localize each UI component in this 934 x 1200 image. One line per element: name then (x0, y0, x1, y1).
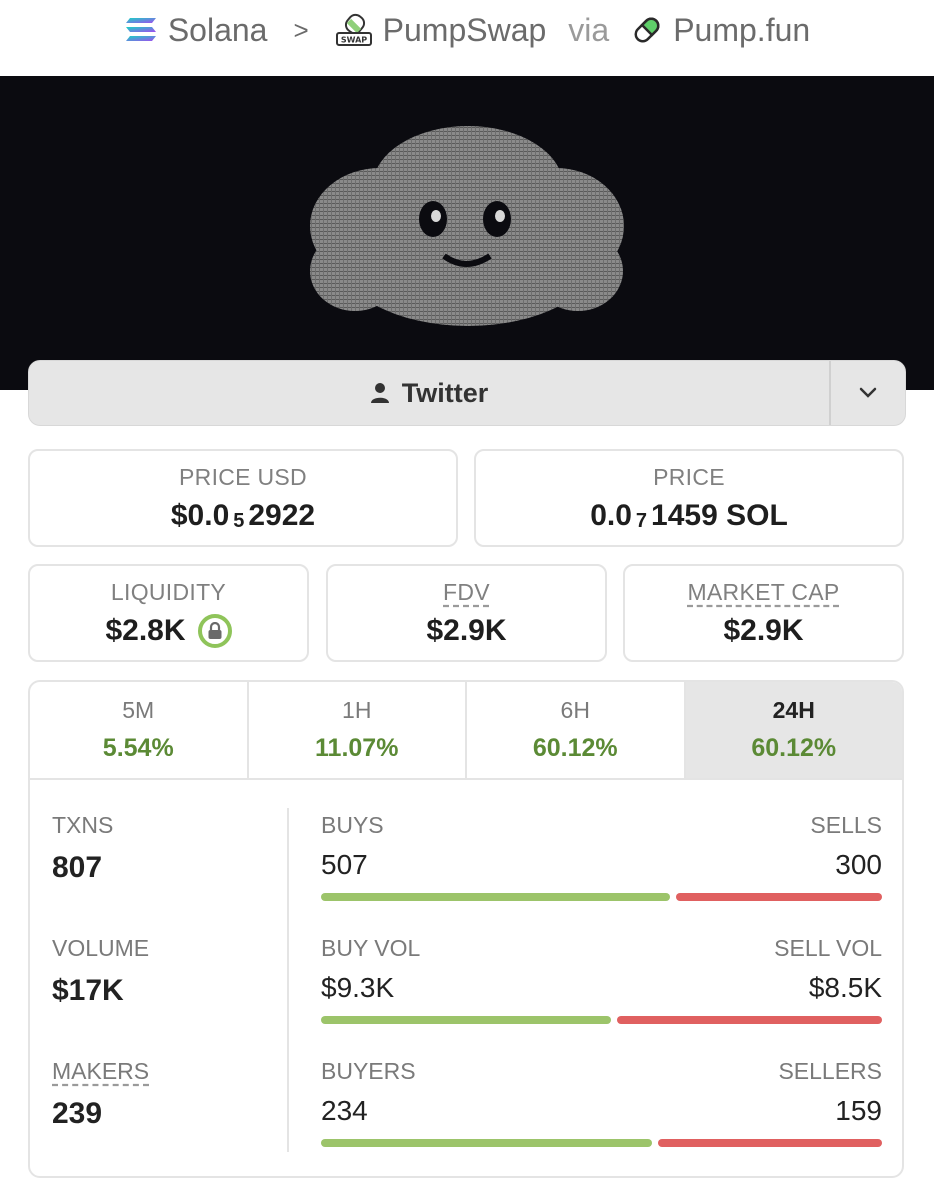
buys-bar (321, 893, 670, 901)
liquidity-label: LIQUIDITY (110, 578, 227, 605)
breadcrumb-via: via (568, 11, 610, 48)
sells-value: 300 (835, 849, 882, 880)
txns-label: TXNS (52, 812, 114, 838)
buyers-value: 234 (321, 1095, 368, 1126)
tab-change: 60.12% (532, 734, 618, 762)
lock-glyph (208, 621, 222, 639)
txns-stat: TXNS 807 (52, 812, 113, 885)
twitter-label: Twitter (401, 377, 489, 408)
liquidity-value-row: $2.8K (105, 613, 232, 648)
price-usd-prefix: $0.0 (170, 498, 230, 532)
tab-label: 24H (772, 697, 815, 723)
price-native-card: PRICE 0.0 7 1459 SOL (474, 449, 904, 547)
price-usd-value: $0.0 5 2922 (171, 499, 315, 533)
liquidity-card: LIQUIDITY $2.8K (28, 564, 309, 662)
breadcrumb-chain[interactable]: Solana (124, 11, 268, 49)
market-cap-value: $2.9K (723, 613, 804, 647)
social-dropdown-button[interactable] (829, 361, 905, 425)
buyers-ratio-bar (321, 1139, 882, 1147)
tab-5m[interactable]: 5M 5.54% (30, 682, 249, 778)
lock-icon[interactable] (197, 613, 232, 648)
buyers-sellers-stat: BUYERS SELLERS 234 159 (321, 1058, 882, 1147)
chevron-down-icon (859, 387, 877, 398)
tab-change: 5.54% (102, 734, 174, 762)
tab-1h[interactable]: 1H 11.07% (249, 682, 467, 778)
social-links-bar: Twitter (28, 360, 906, 426)
breadcrumb-launchpad[interactable]: Pump.fun (631, 12, 810, 49)
tab-24h[interactable]: 24H 60.12% (685, 682, 902, 778)
makers-label[interactable]: MAKERS (52, 1058, 149, 1085)
breadcrumb: Solana > SWAP PumpSwap via Pump.fun (0, 0, 934, 60)
buyers-label: BUYERS (321, 1058, 416, 1084)
price-usd-card: PRICE USD $0.0 5 2922 (28, 449, 458, 547)
volume-ratio-bar (321, 1016, 882, 1024)
tab-6h[interactable]: 6H 60.12% (467, 682, 686, 778)
launchpad-name: Pump.fun (673, 11, 811, 48)
timeframe-tabs: 5M 5.54% 1H 11.07% 6H 60.12% 24H 60.12% (30, 682, 902, 780)
twitter-button[interactable]: Twitter (29, 361, 829, 425)
svg-text:SWAP: SWAP (341, 36, 367, 45)
sellers-value: 159 (835, 1095, 882, 1126)
price-native-zero-count: 7 (635, 510, 648, 532)
buys-sells-ratio-bar (321, 893, 882, 901)
breadcrumb-dex[interactable]: SWAP PumpSwap (335, 11, 547, 49)
fdv-card: FDV $2.9K (326, 564, 607, 662)
sells-label: SELLS (810, 812, 882, 838)
buy-vol-label: BUY VOL (321, 935, 421, 961)
tab-change: 11.07% (315, 734, 399, 762)
volume-label: VOLUME (52, 935, 150, 961)
chain-name: Solana (167, 11, 268, 48)
buys-sells-stat: BUYS SELLS 507 300 (321, 812, 882, 901)
pumpswap-icon: SWAP (335, 13, 372, 46)
sell-vol-value: $8.5K (808, 972, 882, 1003)
price-native-label: PRICE (653, 463, 725, 490)
breadcrumb-separator: > (293, 14, 309, 45)
timeframe-stats-panel: 5M 5.54% 1H 11.07% 6H 60.12% 24H 60.12% … (28, 680, 904, 1178)
cloud-mascot-image (310, 126, 624, 326)
price-usd-label: PRICE USD (179, 463, 307, 490)
solana-icon (125, 18, 156, 41)
trade-stats: TXNS 807 VOLUME $17K MAKERS 239 BUYS SEL… (30, 780, 902, 1176)
volume-stat: VOLUME $17K (52, 935, 149, 1008)
price-usd-zero-count: 5 (233, 510, 245, 532)
market-cap-card: MARKET CAP $2.9K (623, 564, 904, 662)
buys-value: 507 (321, 849, 368, 880)
sell-vol-label: SELL VOL (774, 935, 882, 961)
price-usd-digits: 2922 (248, 498, 316, 532)
volume-split-stat: BUY VOL SELL VOL $9.3K $8.5K (321, 935, 882, 1024)
sellers-label: SELLERS (778, 1058, 882, 1084)
price-native-value: 0.0 7 1459 SOL (590, 499, 788, 533)
pumpfun-pill-icon (634, 17, 660, 43)
buy-vol-value: $9.3K (321, 972, 395, 1003)
fdv-value: $2.9K (426, 613, 507, 647)
tab-label: 5M (122, 697, 155, 723)
sellers-bar (658, 1139, 882, 1147)
token-banner (0, 76, 934, 390)
price-native-digits: 1459 SOL (651, 498, 788, 532)
txns-value: 807 (52, 851, 103, 884)
price-native-prefix: 0.0 (590, 498, 632, 532)
market-cap-label[interactable]: MARKET CAP (687, 579, 839, 606)
buyers-bar (321, 1139, 652, 1147)
buys-label: BUYS (321, 812, 384, 838)
makers-stat: MAKERS 239 (52, 1058, 149, 1131)
stats-divider (287, 808, 289, 1152)
volume-value: $17K (52, 974, 124, 1007)
tab-label: 1H (342, 697, 372, 723)
tab-change: 60.12% (751, 734, 837, 762)
buy-vol-bar (321, 1016, 611, 1024)
fdv-label[interactable]: FDV (443, 579, 490, 606)
liquidity-value: $2.8K (105, 613, 186, 647)
makers-value: 239 (52, 1097, 103, 1130)
sells-bar (676, 893, 882, 901)
tab-label: 6H (560, 697, 590, 723)
user-icon (370, 383, 389, 403)
dex-name: PumpSwap (382, 11, 547, 48)
sell-vol-bar (617, 1016, 882, 1024)
